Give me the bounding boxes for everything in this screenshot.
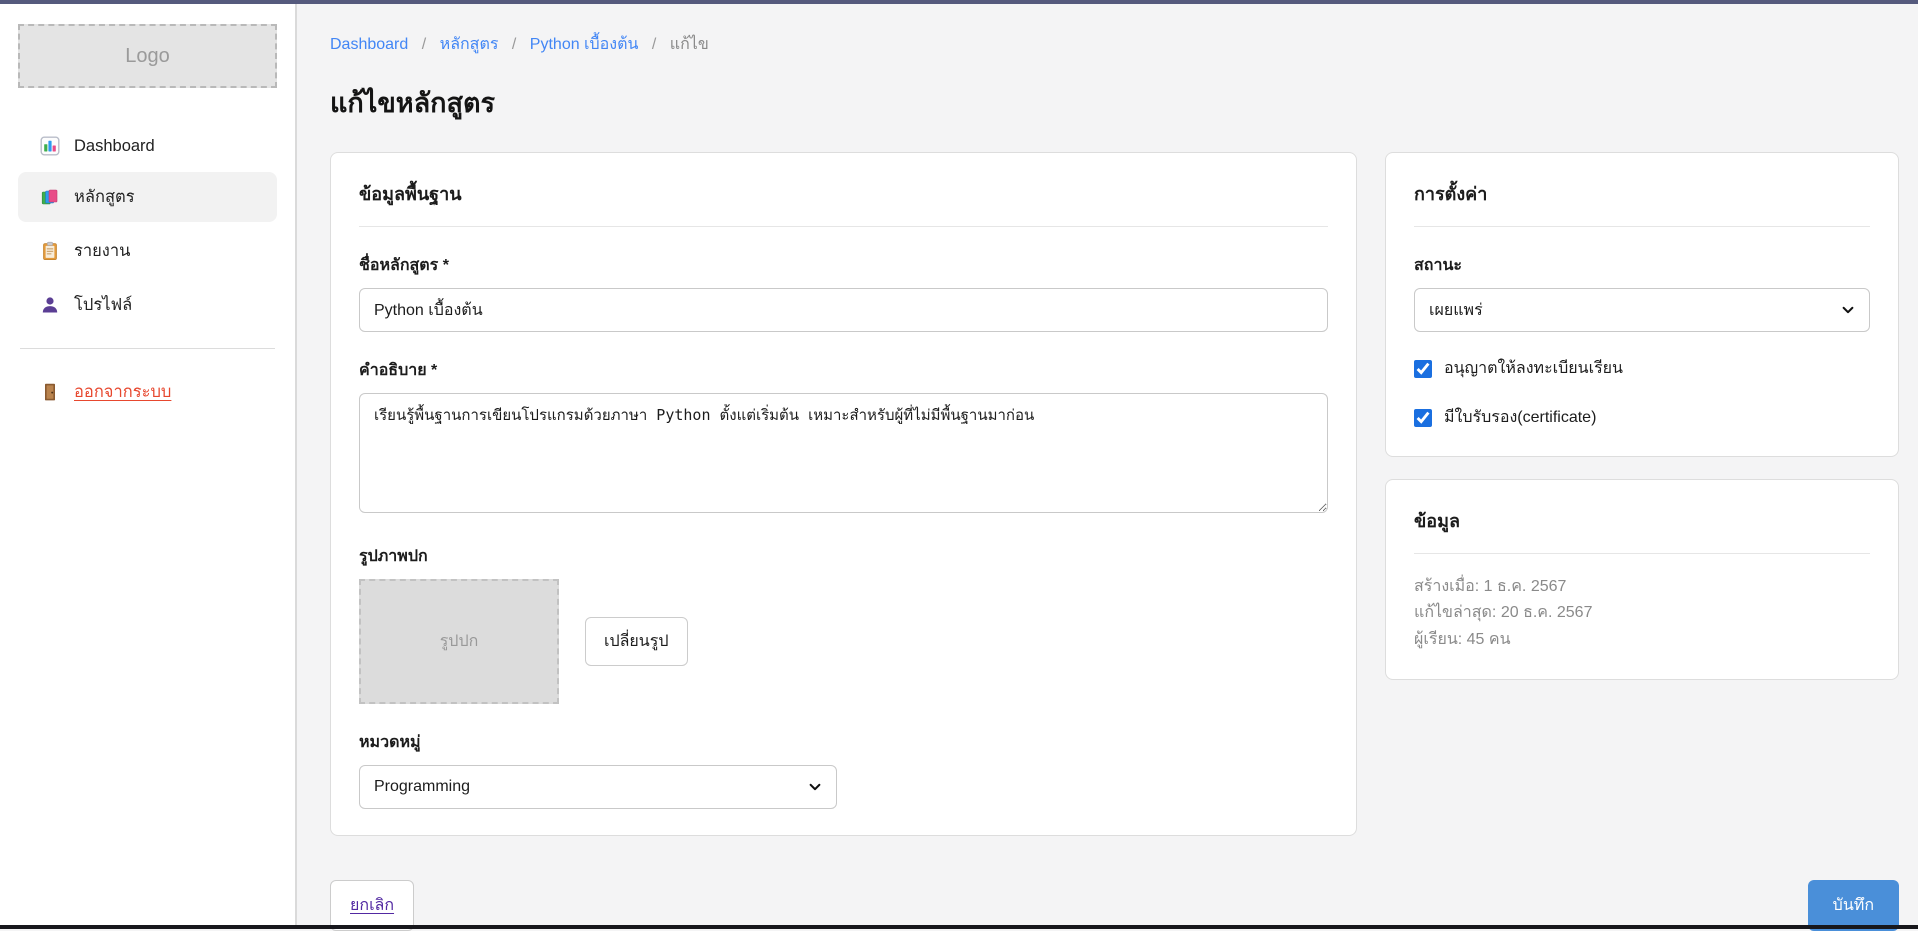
sidebar-item-dashboard[interactable]: Dashboard [18, 124, 277, 168]
category-label: หมวดหมู่ [359, 730, 1328, 755]
course-name-label: ชื่อหลักสูตร * [359, 253, 1328, 278]
logo: Logo [18, 24, 277, 88]
breadcrumb-current: แก้ไข [670, 36, 709, 53]
bottom-edge-bar [0, 925, 1918, 929]
status-label: สถานะ [1414, 253, 1870, 278]
sidebar-divider [20, 348, 275, 349]
sidebar-item-label: Dashboard [74, 137, 155, 156]
logo-text: Logo [125, 45, 170, 68]
info-row-created: สร้างเมื่อ: 1 ธ.ค. 2567 [1414, 574, 1870, 600]
cancel-button[interactable]: ยกเลิก [330, 880, 414, 931]
info-card: ข้อมูล สร้างเมื่อ: 1 ธ.ค. 2567 แก้ไขล่าส… [1385, 479, 1899, 680]
info-row-updated: แก้ไขล่าสุด: 20 ธ.ค. 2567 [1414, 600, 1870, 626]
form-actions: ยกเลิก บันทึก [330, 880, 1899, 931]
cover-image-placeholder-text: รูปปก [440, 629, 479, 654]
settings-card-title: การตั้งค่า [1414, 179, 1870, 227]
info-rows: สร้างเมื่อ: 1 ธ.ค. 2567 แก้ไขล่าสุด: 20 … [1414, 574, 1870, 653]
sidebar-item-label: หลักสูตร [74, 184, 135, 210]
sidebar-item-logout[interactable]: ออกจากระบบ [18, 367, 277, 417]
breadcrumb-separator: / [652, 36, 656, 53]
basic-info-card: ข้อมูลพื้นฐาน ชื่อหลักสูตร * คำอธิบาย * … [330, 152, 1357, 836]
certificate-checkbox[interactable] [1414, 409, 1432, 427]
description-textarea[interactable]: เรียนรู้พื้นฐานการเขียนโปรแกรมด้วยภาษา P… [359, 393, 1328, 513]
certificate-label: มีใบรับรอง(certificate) [1444, 405, 1596, 430]
cover-image-label: รูปภาพปก [359, 544, 1328, 569]
breadcrumb-dashboard[interactable]: Dashboard [330, 36, 408, 53]
sidebar-item-label: รายงาน [74, 238, 130, 264]
breadcrumb: Dashboard / หลักสูตร / Python เบื้องต้น … [330, 32, 1899, 57]
sidebar-item-profile[interactable]: โปรไฟล์ [18, 280, 277, 330]
allow-enrollment-label: อนุญาตให้ลงทะเบียนเรียน [1444, 356, 1623, 381]
clipboard-icon [40, 241, 60, 261]
sidebar-nav: Dashboard หลักสูตร [18, 124, 277, 417]
chevron-down-icon [808, 780, 822, 794]
allow-enrollment-row: อนุญาตให้ลงทะเบียนเรียน [1414, 356, 1870, 381]
page-title: แก้ไขหลักสูตร [330, 81, 1899, 124]
sidebar-item-courses[interactable]: หลักสูตร [18, 172, 277, 222]
cover-image-placeholder: รูปปก [359, 579, 559, 704]
allow-enrollment-checkbox[interactable] [1414, 360, 1432, 378]
status-selected-value: เผยแพร่ [1429, 298, 1483, 323]
course-name-input[interactable] [359, 288, 1328, 332]
door-icon [40, 382, 60, 402]
certificate-row: มีใบรับรอง(certificate) [1414, 405, 1870, 430]
description-label: คำอธิบาย * [359, 358, 1328, 383]
app-layout: Logo Dashboard [0, 4, 1918, 925]
breadcrumb-separator: / [422, 36, 426, 53]
info-card-title: ข้อมูล [1414, 506, 1870, 554]
sidebar-item-label: โปรไฟล์ [74, 292, 132, 318]
person-icon [40, 295, 60, 315]
books-icon [40, 187, 60, 207]
bar-chart-icon [40, 136, 60, 156]
breadcrumb-separator: / [512, 36, 516, 53]
basic-info-card-title: ข้อมูลพื้นฐาน [359, 179, 1328, 227]
settings-card: การตั้งค่า สถานะ เผยแพร่ อนุญาตให้ลงทะเบ… [1385, 152, 1899, 457]
change-image-button[interactable]: เปลี่ยนรูป [585, 617, 688, 666]
cancel-button-label: ยกเลิก [350, 897, 394, 914]
breadcrumb-course-python[interactable]: Python เบื้องต้น [530, 36, 639, 53]
breadcrumb-courses[interactable]: หลักสูตร [440, 36, 499, 53]
info-row-learners: ผู้เรียน: 45 คน [1414, 627, 1870, 653]
logout-label: ออกจากระบบ [74, 379, 171, 405]
category-selected-value: Programming [374, 778, 470, 796]
save-button[interactable]: บันทึก [1808, 880, 1899, 931]
chevron-down-icon [1841, 303, 1855, 317]
main-content: Dashboard / หลักสูตร / Python เบื้องต้น … [297, 4, 1918, 925]
status-select[interactable]: เผยแพร่ [1414, 288, 1870, 332]
category-select[interactable]: Programming [359, 765, 837, 809]
sidebar-item-reports[interactable]: รายงาน [18, 226, 277, 276]
sidebar: Logo Dashboard [0, 4, 297, 925]
